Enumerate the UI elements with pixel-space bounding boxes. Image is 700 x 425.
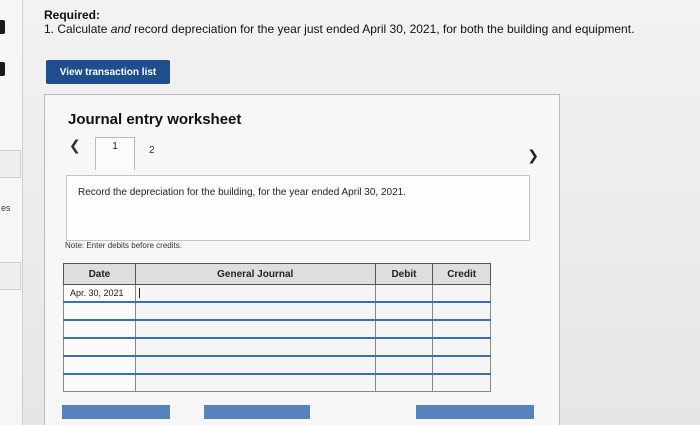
sidebar-marker bbox=[0, 62, 5, 76]
tab-2[interactable]: 2 bbox=[149, 145, 155, 156]
view-transaction-list-button[interactable]: View transaction list bbox=[46, 60, 170, 84]
date-cell[interactable]: Apr. 30, 2021 bbox=[63, 284, 136, 303]
table-row bbox=[63, 373, 491, 392]
date-cell[interactable] bbox=[63, 319, 136, 339]
chevron-right-icon[interactable]: ❯ bbox=[527, 147, 539, 164]
sidebar-box bbox=[0, 262, 21, 290]
debit-input[interactable] bbox=[374, 284, 434, 303]
journal-entry-worksheet: Journal entry worksheet ❮ 1 2 ❯ Record t… bbox=[44, 94, 560, 425]
date-cell[interactable] bbox=[63, 337, 136, 357]
instruction-text: Record the depreciation for the building… bbox=[78, 187, 406, 198]
text-cursor bbox=[138, 288, 140, 299]
required-instruction-prefix: 1. Calculate bbox=[44, 22, 111, 36]
required-heading: Required: bbox=[44, 8, 101, 22]
required-instruction: 1. Calculate and record depreciation for… bbox=[44, 22, 634, 36]
credit-input[interactable] bbox=[432, 355, 491, 375]
table-row bbox=[63, 355, 491, 375]
date-cell[interactable] bbox=[63, 301, 136, 321]
table-row bbox=[63, 319, 491, 339]
credit-input[interactable] bbox=[432, 373, 491, 392]
note-text: Note: Enter debits before credits. bbox=[65, 241, 182, 250]
column-header-general-journal: General Journal bbox=[134, 263, 376, 285]
worksheet-title: Journal entry worksheet bbox=[68, 111, 242, 128]
account-input[interactable] bbox=[134, 301, 376, 321]
required-instruction-suffix: record depreciation for the year just en… bbox=[130, 22, 635, 36]
sidebar-marker bbox=[0, 20, 5, 34]
date-cell[interactable] bbox=[63, 373, 136, 392]
journal-table: Date General Journal Debit Credit Apr. 3… bbox=[63, 263, 491, 392]
debit-input[interactable] bbox=[374, 301, 434, 321]
debit-input[interactable] bbox=[374, 373, 434, 392]
sidebar-box bbox=[0, 150, 21, 178]
tab-1[interactable]: 1 bbox=[95, 137, 135, 170]
instruction-panel: Record the depreciation for the building… bbox=[66, 175, 530, 241]
account-input[interactable] bbox=[134, 355, 376, 375]
journal-header-row: Date General Journal Debit Credit bbox=[63, 263, 491, 285]
left-sidebar-strip: es bbox=[0, 0, 23, 425]
credit-input[interactable] bbox=[432, 301, 491, 321]
chevron-left-icon[interactable]: ❮ bbox=[69, 137, 81, 154]
credit-input[interactable] bbox=[432, 284, 491, 303]
account-input[interactable] bbox=[134, 284, 376, 303]
credit-input[interactable] bbox=[432, 319, 491, 339]
clear-entry-button[interactable] bbox=[204, 405, 310, 419]
record-entry-button[interactable] bbox=[62, 405, 170, 419]
account-input[interactable] bbox=[134, 373, 376, 392]
table-row bbox=[63, 337, 491, 357]
column-header-debit: Debit bbox=[374, 263, 434, 285]
required-instruction-italic: and bbox=[110, 22, 131, 36]
debit-input[interactable] bbox=[374, 319, 434, 339]
date-value: Apr. 30, 2021 bbox=[70, 288, 124, 298]
sidebar-cut-text: es bbox=[1, 203, 11, 213]
table-row bbox=[63, 301, 491, 321]
account-input[interactable] bbox=[134, 319, 376, 339]
debit-input[interactable] bbox=[374, 355, 434, 375]
column-header-credit: Credit bbox=[432, 263, 491, 285]
credit-input[interactable] bbox=[432, 337, 491, 357]
view-general-journal-button[interactable] bbox=[416, 405, 534, 419]
table-row: Apr. 30, 2021 bbox=[63, 284, 491, 303]
account-input[interactable] bbox=[134, 337, 376, 357]
date-cell[interactable] bbox=[63, 355, 136, 375]
debit-input[interactable] bbox=[374, 337, 434, 357]
column-header-date: Date bbox=[63, 263, 136, 285]
